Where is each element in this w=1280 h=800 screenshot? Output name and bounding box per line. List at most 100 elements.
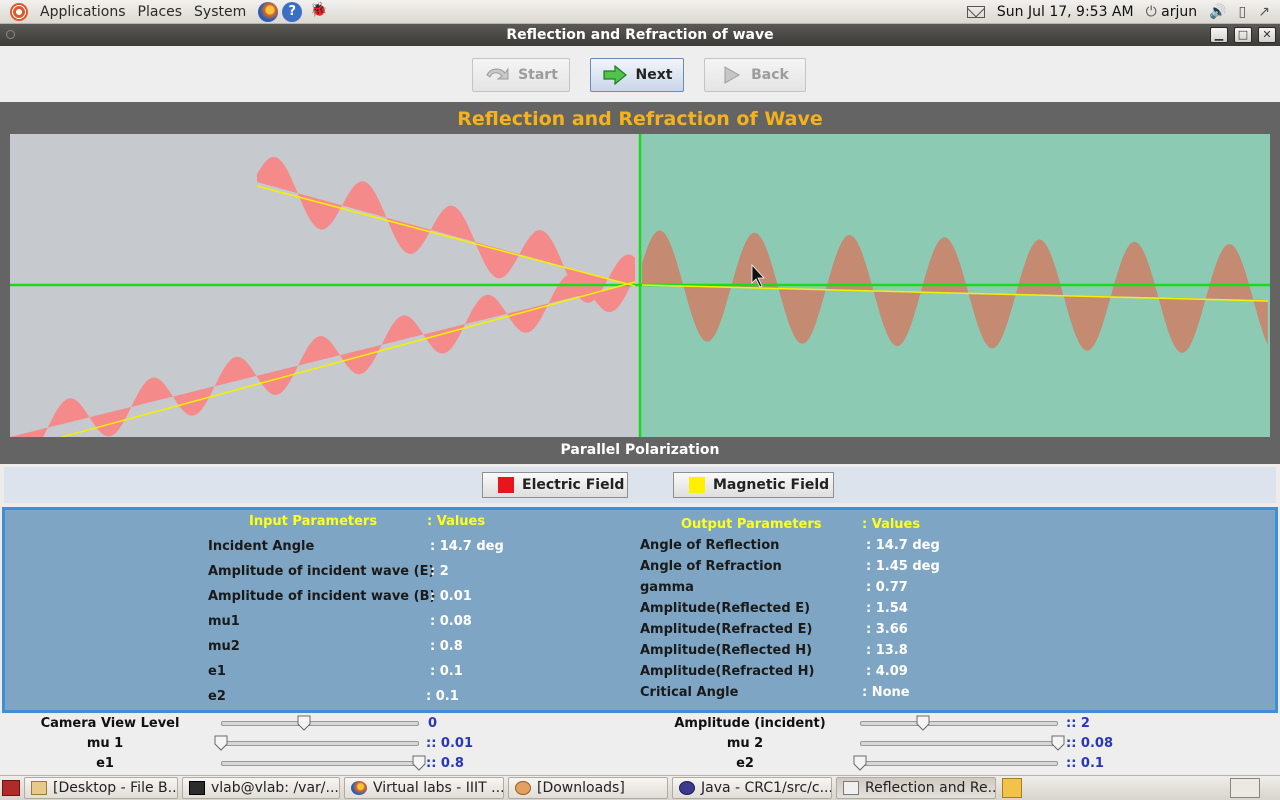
electric-field-button[interactable]: Electric Field: [482, 472, 628, 498]
electric-field-swatch: [498, 477, 514, 493]
slider-track: [221, 741, 419, 746]
applications-menu[interactable]: Applications: [34, 4, 132, 20]
output-label: Amplitude(Refracted E): [640, 622, 813, 637]
e2-label: e2: [736, 756, 754, 771]
folder-icon: [31, 781, 47, 795]
output-value: : 3.66: [866, 622, 908, 637]
bug-report-icon[interactable]: 🐞: [310, 2, 330, 22]
mu2-slider[interactable]: [860, 735, 1065, 755]
next-button[interactable]: Next: [590, 58, 684, 92]
navigation-toolbar: Start Next Back: [0, 46, 1280, 102]
eclipse-icon: [679, 781, 695, 795]
mu1-label: mu 1: [86, 736, 124, 751]
magnetic-field-button[interactable]: Magnetic Field: [673, 472, 834, 498]
slider-track: [860, 741, 1058, 746]
minimize-button[interactable]: ▁: [1210, 27, 1228, 43]
mu1-slider[interactable]: [214, 735, 419, 755]
slider-thumb[interactable]: [214, 735, 228, 751]
battery-icon[interactable]: ▯: [1239, 4, 1247, 20]
input-value: : 0.08: [430, 614, 472, 629]
output-value: : 4.09: [866, 664, 908, 679]
output-value: : 0.77: [866, 580, 908, 595]
input-label: Incident Angle: [208, 539, 315, 554]
camera-view-slider[interactable]: [221, 715, 419, 735]
input-label: mu2: [208, 639, 240, 654]
task-label: vlab@vlab: /var/...: [211, 780, 339, 796]
amplitude-incident-value: :: 2: [1066, 716, 1090, 731]
back-button[interactable]: Back: [704, 58, 806, 92]
input-label: mu1: [208, 614, 240, 629]
input-label: Amplitude of incident wave (B): [208, 589, 436, 604]
simulation-panel: Reflection and Refraction of Wave Parall…: [0, 102, 1280, 464]
output-value: : 1.45 deg: [866, 559, 940, 574]
close-button[interactable]: ✕: [1258, 27, 1276, 43]
back-label: Back: [751, 67, 789, 83]
system-menu[interactable]: System: [188, 4, 252, 20]
output-values-header: : Values: [862, 517, 921, 532]
input-value: : 2: [430, 564, 449, 579]
mail-icon[interactable]: [966, 5, 985, 18]
next-label: Next: [635, 67, 673, 83]
mu1-value: :: 0.01: [426, 736, 473, 751]
user-menu[interactable]: ⏻ arjun: [1146, 4, 1198, 20]
field-legend: Electric Field Magnetic Field: [4, 467, 1276, 503]
taskbar-item-firefox[interactable]: Virtual labs - IIIT ...: [344, 777, 504, 799]
help-launcher-icon[interactable]: ?: [282, 1, 303, 22]
firefox-launcher-icon[interactable]: [258, 1, 279, 22]
maximize-button[interactable]: □: [1234, 27, 1252, 43]
slider-controls: Camera View Level 0 Amplitude (incident)…: [0, 714, 1280, 774]
e1-slider[interactable]: [221, 755, 426, 775]
slider-thumb[interactable]: [916, 715, 930, 731]
input-value: : 0.01: [430, 589, 472, 604]
input-value: : 0.8: [430, 639, 463, 654]
output-value: : None: [862, 685, 910, 700]
task-label: Virtual labs - IIIT ...: [373, 780, 504, 796]
polarization-label: Parallel Polarization: [560, 442, 720, 458]
output-label: Angle of Refraction: [640, 559, 782, 574]
workspace-switcher-icon[interactable]: [1230, 778, 1260, 798]
taskbar-item-reflection[interactable]: Reflection and Re...: [836, 777, 996, 799]
volume-icon[interactable]: 🔊: [1209, 4, 1226, 20]
taskbar-item-file-browser[interactable]: [Desktop - File B...: [24, 777, 178, 799]
parameters-panel: Input Parameters : Values Incident Angle…: [2, 507, 1278, 713]
input-label: e2: [208, 689, 226, 704]
camera-view-label: Camera View Level: [40, 716, 180, 731]
input-label: e1: [208, 664, 226, 679]
slider-thumb[interactable]: [853, 755, 867, 771]
start-button[interactable]: Start: [472, 58, 570, 92]
window-menu-icon[interactable]: [6, 30, 15, 39]
output-params-header: Output Parameters: [681, 517, 822, 532]
taskbar-item-downloads[interactable]: [Downloads]: [508, 777, 668, 799]
output-label: Amplitude(Reflected E): [640, 601, 811, 616]
top-panel: Applications Places System ? 🐞 Sun Jul 1…: [0, 0, 1280, 24]
amplitude-incident-slider[interactable]: [860, 715, 1058, 735]
download-icon: [515, 781, 531, 795]
output-label: Amplitude(Refracted H): [640, 664, 815, 679]
output-label: gamma: [640, 580, 694, 595]
magnetic-field-label: Magnetic Field: [713, 477, 830, 493]
show-desktop-icon[interactable]: [2, 780, 20, 796]
slider-thumb[interactable]: [297, 715, 311, 731]
start-label: Start: [518, 67, 558, 83]
output-label: Critical Angle: [640, 685, 739, 700]
e2-slider[interactable]: [853, 755, 1058, 775]
terminal-icon: [189, 781, 205, 795]
magnetic-field-swatch: [689, 477, 705, 493]
window-titlebar[interactable]: Reflection and Refraction of wave ▁ □ ✕: [0, 24, 1280, 46]
output-label: Amplitude(Reflected H): [640, 643, 813, 658]
network-icon[interactable]: ↗: [1258, 4, 1270, 20]
slider-thumb[interactable]: [412, 755, 426, 771]
ubuntu-logo-icon[interactable]: [10, 2, 28, 21]
taskbar-item-eclipse[interactable]: Java - CRC1/src/c...: [672, 777, 832, 799]
taskbar-item-terminal[interactable]: vlab@vlab: /var/...: [182, 777, 340, 799]
slider-thumb[interactable]: [1051, 735, 1065, 751]
mu2-label: mu 2: [726, 736, 764, 751]
e2-value: :: 0.1: [1066, 756, 1104, 771]
input-label: Amplitude of incident wave (E): [208, 564, 435, 579]
wave-canvas[interactable]: [10, 134, 1270, 437]
applet-icon[interactable]: [1002, 778, 1022, 798]
e1-value: :: 0.8: [426, 756, 464, 771]
places-menu[interactable]: Places: [132, 4, 189, 20]
e1-label: e1: [96, 756, 114, 771]
clock[interactable]: Sun Jul 17, 9:53 AM: [997, 4, 1134, 20]
